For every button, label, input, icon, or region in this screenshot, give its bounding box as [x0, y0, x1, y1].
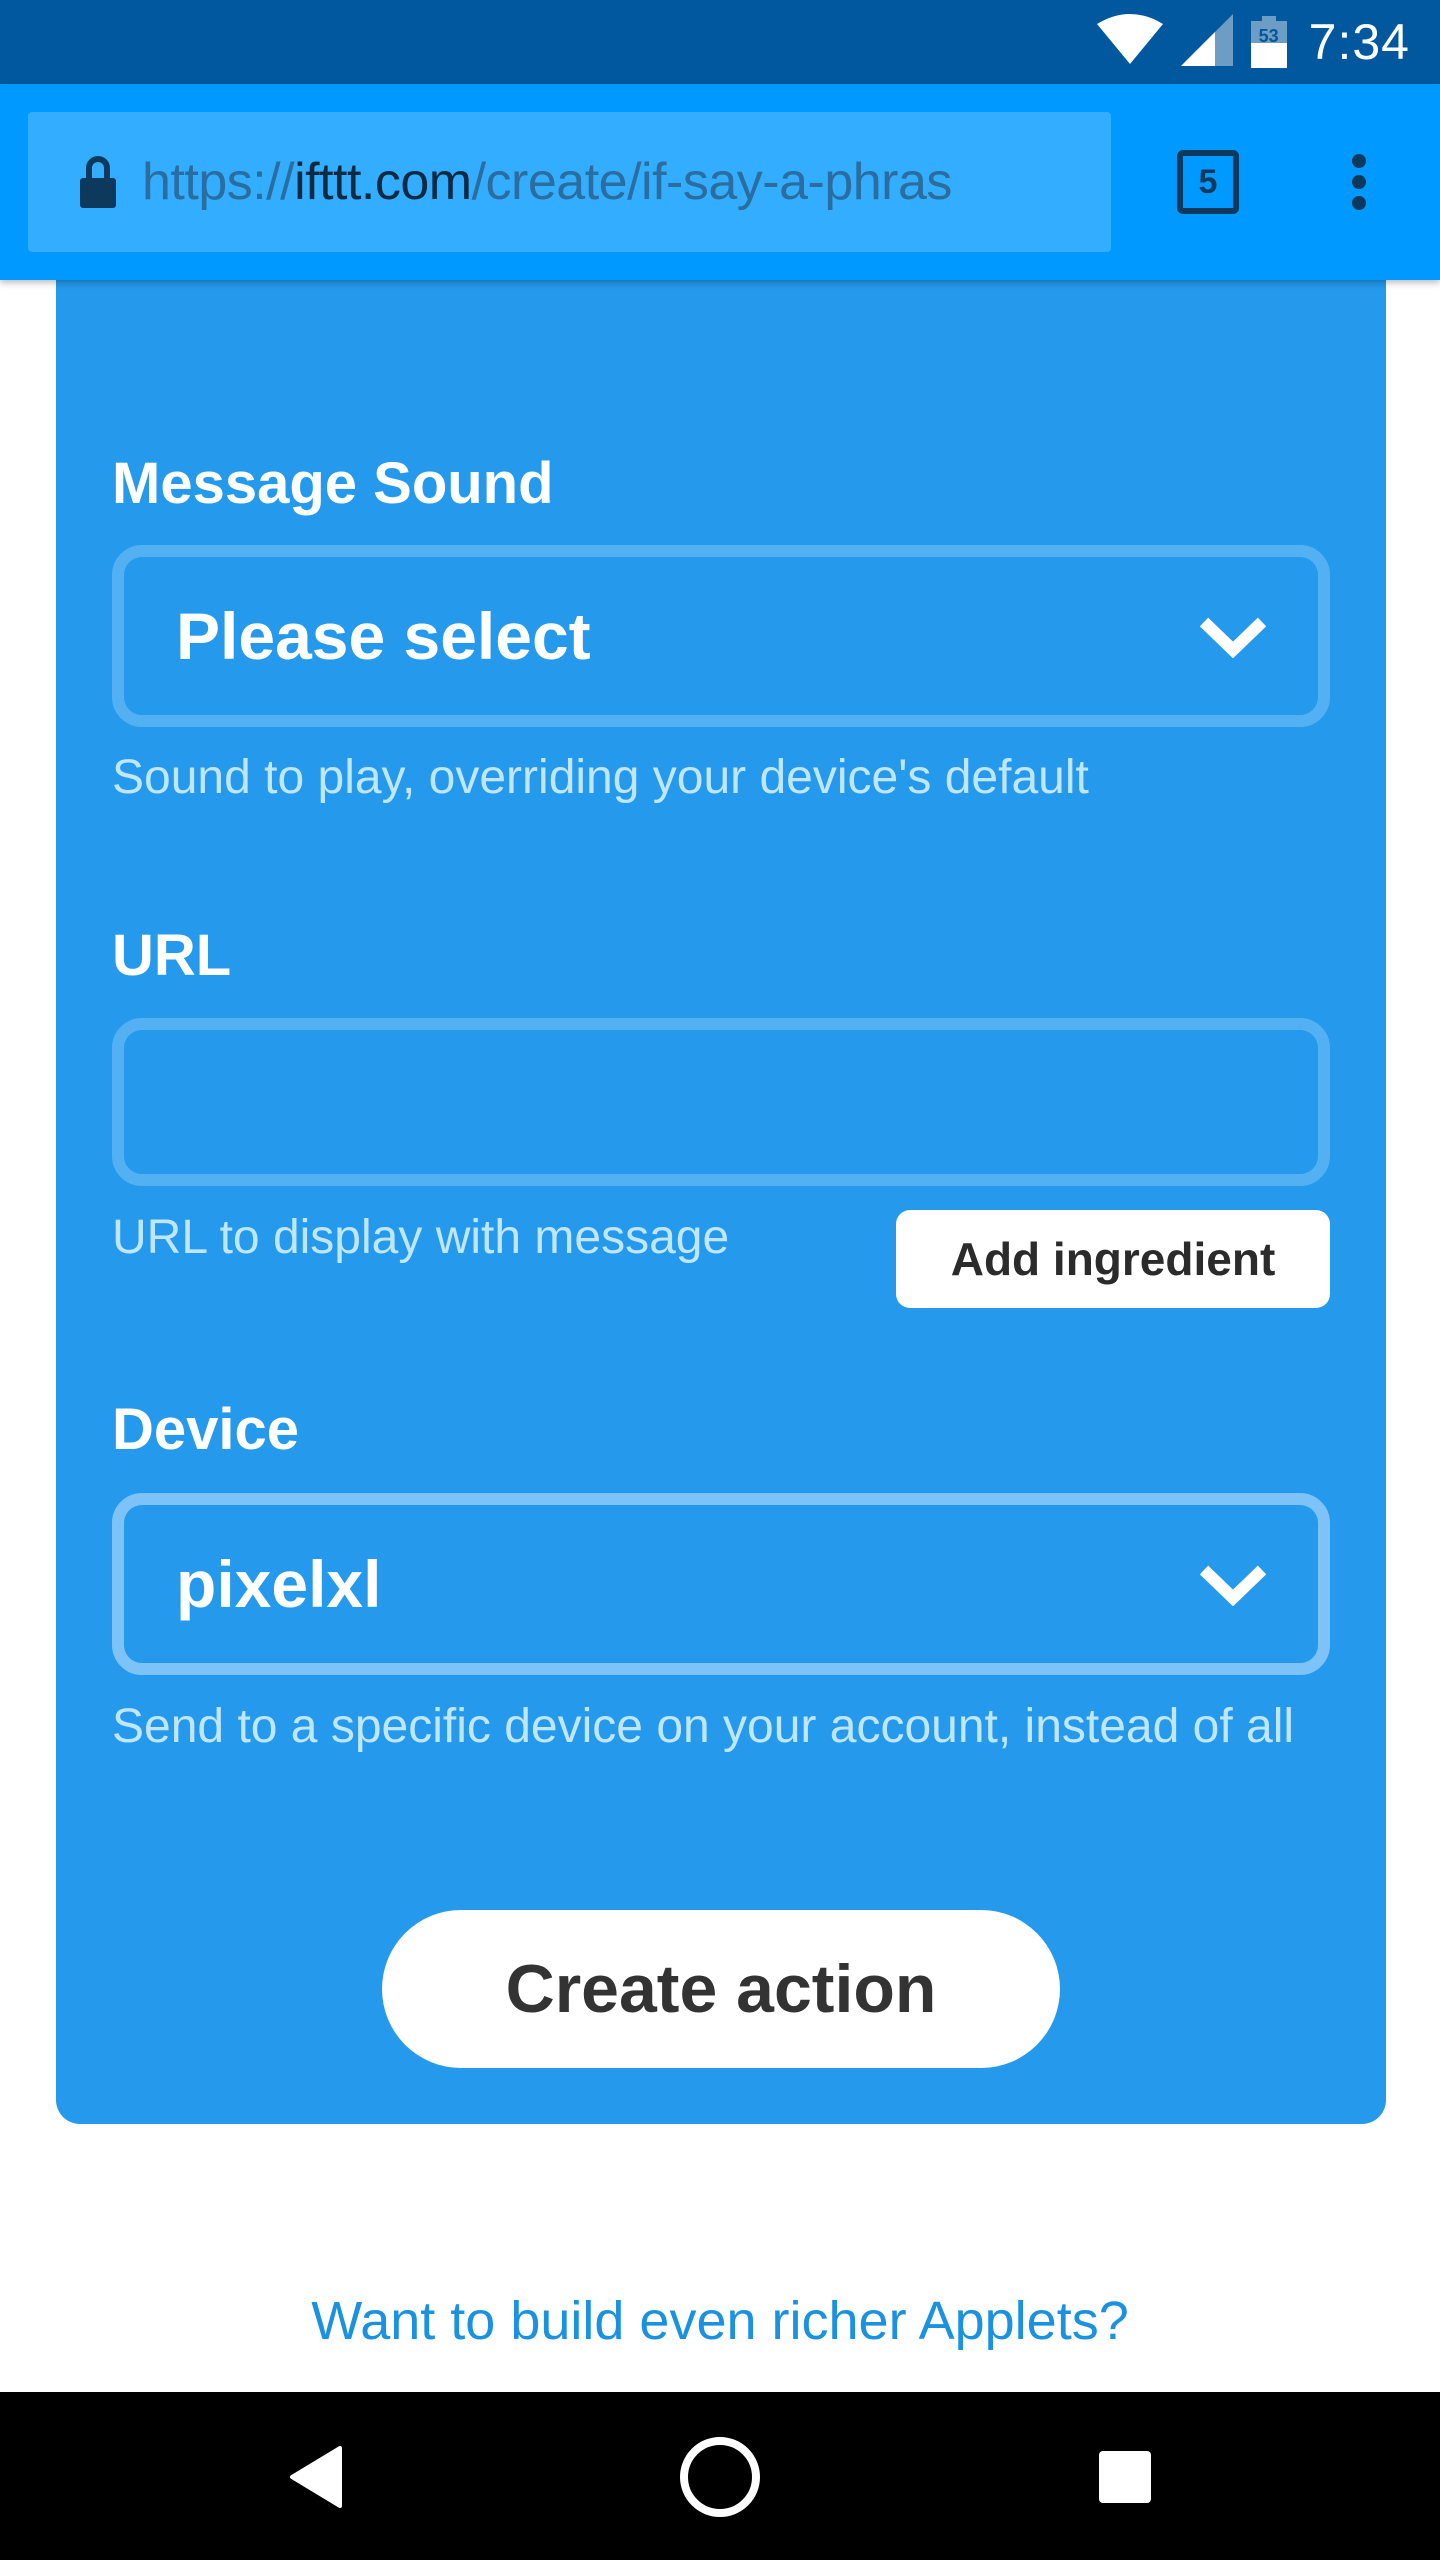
device-help: Send to a specific device on your accoun… — [112, 1700, 1295, 1753]
device-select[interactable]: pixelxl — [112, 1493, 1330, 1675]
battery-percent: 53 — [1258, 26, 1279, 46]
tabs-button[interactable]: 5 — [1177, 150, 1239, 214]
tab-count: 5 — [1198, 162, 1218, 201]
url-text[interactable]: https://ifttt.com/create/if-say-a-phras — [142, 152, 952, 212]
device-value: pixelxl — [176, 1547, 382, 1621]
chevron-down-icon — [1200, 1565, 1266, 1606]
message-sound-value: Please select — [176, 599, 591, 673]
url-prefix: https:// — [142, 153, 295, 211]
recents-icon[interactable] — [1080, 2432, 1170, 2522]
status-bar: 53 7:34 — [0, 0, 1440, 84]
message-sound-select[interactable]: Please select — [112, 545, 1330, 727]
url-domain: ifttt.com — [294, 153, 472, 211]
home-icon[interactable] — [675, 2432, 765, 2522]
wifi-icon — [1096, 13, 1163, 71]
create-action-button[interactable]: Create action — [382, 1910, 1060, 2068]
chevron-down-icon — [1200, 617, 1266, 658]
device-label: Device — [112, 1397, 300, 1462]
richer-applets-link[interactable]: Want to build even richer Applets? — [0, 2290, 1440, 2352]
more-vert-icon[interactable] — [1340, 152, 1380, 212]
address-bar[interactable]: https://ifttt.com/create/if-say-a-phras — [28, 112, 1111, 252]
browser-toolbar: https://ifttt.com/create/if-say-a-phras … — [0, 84, 1440, 280]
message-sound-label: Message Sound — [112, 451, 554, 516]
add-ingredient-button[interactable]: Add ingredient — [896, 1210, 1330, 1308]
url-label: URL — [112, 923, 232, 988]
lock-icon — [78, 152, 118, 212]
status-time: 7:34 — [1308, 14, 1410, 70]
navigation-bar — [0, 2392, 1440, 2560]
message-sound-help: Sound to play, overriding your device's … — [112, 751, 1089, 804]
back-icon[interactable] — [270, 2432, 360, 2522]
action-fields-card: Message Sound Please select Sound to pla… — [56, 140, 1386, 2124]
battery-icon: 53 — [1250, 16, 1287, 68]
url-path: /create/if-say-a-phras — [471, 153, 952, 211]
url-help: URL to display with message — [112, 1211, 730, 1264]
cell-signal-icon — [1180, 13, 1233, 71]
url-input[interactable] — [112, 1018, 1330, 1186]
